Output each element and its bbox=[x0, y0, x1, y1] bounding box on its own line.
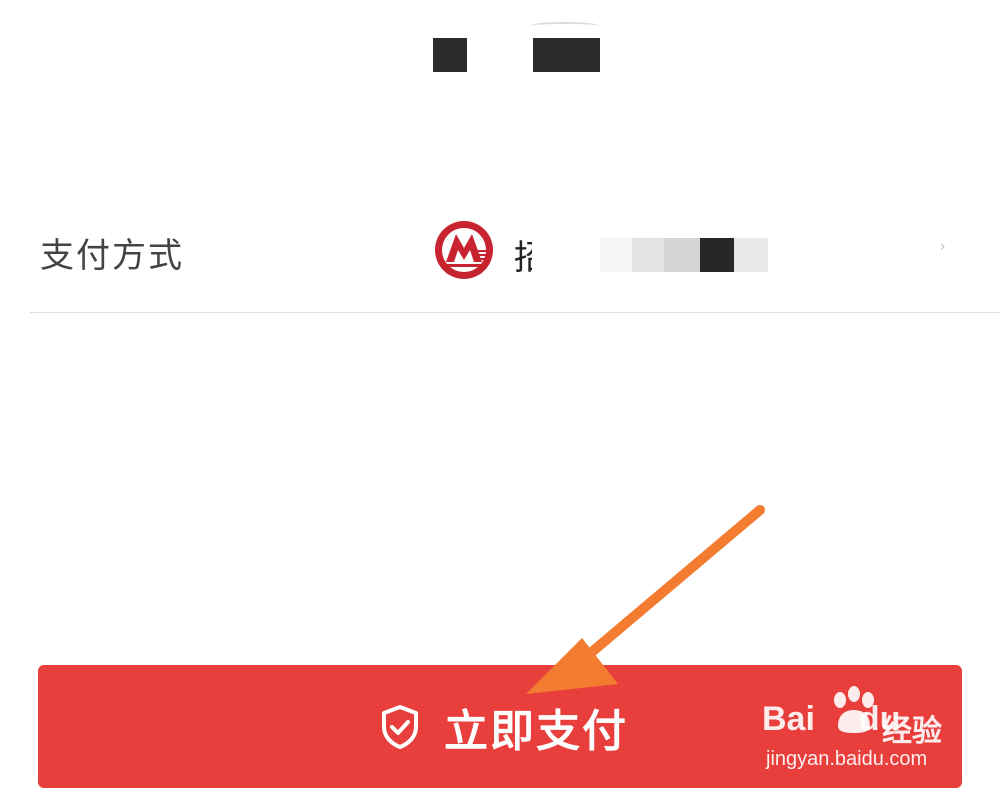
payment-method-label: 支付方式 bbox=[40, 236, 184, 276]
chevron-right-icon: › bbox=[940, 239, 946, 255]
bank-logo-icon bbox=[435, 221, 493, 279]
bank-name: 招 bbox=[514, 238, 532, 278]
redaction-block bbox=[433, 38, 467, 72]
redacted-card-number bbox=[600, 238, 768, 272]
redaction-block bbox=[533, 38, 600, 72]
pay-now-label: 立即支付 bbox=[444, 706, 628, 757]
redaction-smudge bbox=[530, 22, 600, 30]
paw-icon bbox=[834, 686, 874, 733]
redacted-header-info bbox=[420, 20, 620, 80]
shield-check-icon bbox=[382, 705, 418, 749]
baidu-jingyan-watermark: Bai du 经验 jingyan.baidu.com bbox=[762, 686, 962, 786]
payment-method-row[interactable]: 支付方式 招 › bbox=[30, 190, 1000, 313]
watermark-url: jingyan.baidu.com bbox=[766, 748, 928, 770]
payment-page: 支付方式 招 › 立即支付 Bai du 经验 jingyan.baidu.co… bbox=[0, 0, 1000, 797]
pay-now-button-content: 立即支付 bbox=[376, 697, 628, 757]
watermark-cn: 经验 bbox=[882, 714, 942, 749]
